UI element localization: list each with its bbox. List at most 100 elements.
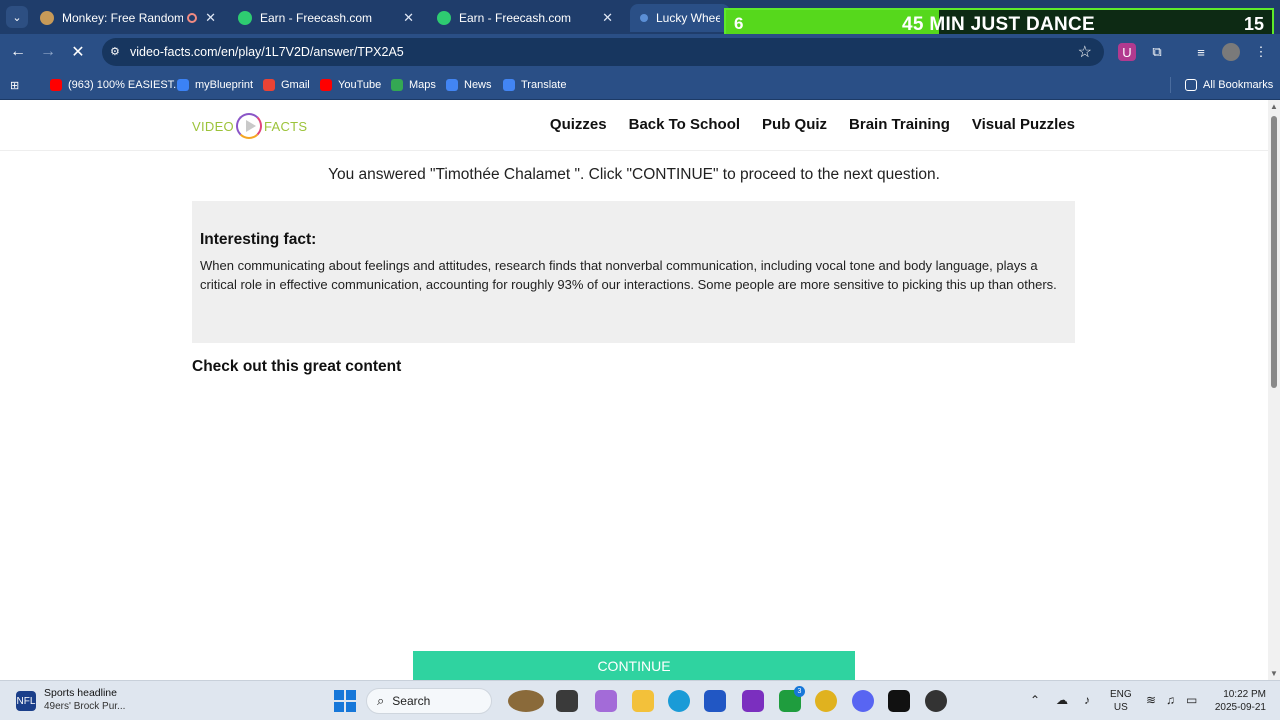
clock-time: 10:22 PM <box>1223 689 1266 700</box>
news-title: Sports headline <box>44 687 117 699</box>
discord-icon[interactable] <box>852 690 874 712</box>
more-menu-icon[interactable]: ⋮ <box>1252 43 1270 61</box>
tab-search-chevron-icon[interactable]: ⌄ <box>6 6 28 28</box>
close-tab-icon[interactable]: ✕ <box>205 10 216 26</box>
content-heading: Check out this great content <box>192 358 402 375</box>
youtube-icon <box>320 79 332 91</box>
news-icon <box>446 79 458 91</box>
taskbar-search[interactable]: ⌕ Search <box>366 688 492 714</box>
logo-text-left: VIDEO <box>192 118 234 134</box>
volume-icon[interactable]: ♫ <box>1166 693 1175 707</box>
saturn-widget-icon[interactable] <box>508 690 544 712</box>
obs-icon[interactable] <box>925 690 947 712</box>
monkey-favicon-icon <box>40 11 54 25</box>
fact-heading: Interesting fact: <box>200 231 317 248</box>
bookmark-star-icon[interactable]: ☆ <box>1078 42 1092 62</box>
clock-date: 2025-09-21 <box>1214 702 1266 713</box>
wifi-icon[interactable]: ≋ <box>1146 693 1156 707</box>
bookmark-label: Gmail <box>281 79 310 91</box>
site-nav: Quizzes Back To School Pub Quiz Brain Tr… <box>550 116 1075 133</box>
search-icon: ⌕ <box>377 693 385 708</box>
scrollbar-thumb[interactable] <box>1271 116 1277 388</box>
bookmark-gmail[interactable]: Gmail <box>263 76 310 94</box>
bookmark-translate[interactable]: Translate <box>503 76 566 94</box>
language-line-1: ENG <box>1110 689 1132 700</box>
recording-icon <box>187 13 198 23</box>
file-explorer-icon[interactable] <box>632 690 654 712</box>
myblueprint-icon <box>177 79 189 91</box>
bookmark-maps[interactable]: Maps <box>391 76 436 94</box>
extensions-puzzle-icon[interactable]: ⧉ <box>1148 43 1166 61</box>
show-hidden-icons-chevron-icon[interactable]: ⌃ <box>1030 693 1040 707</box>
bookmark-myblueprint[interactable]: myBlueprint <box>177 76 253 94</box>
site-header: VIDEO FACTS Quizzes Back To School Pub Q… <box>0 100 1268 151</box>
windows-start-icon[interactable] <box>334 690 356 712</box>
nav-brain-training[interactable]: Brain Training <box>849 116 950 133</box>
xbox-icon[interactable]: 3 <box>779 686 805 712</box>
microphone-icon[interactable]: ♪ <box>1084 693 1090 707</box>
site-logo[interactable]: VIDEO FACTS <box>192 112 307 140</box>
terminal-icon[interactable] <box>556 690 578 712</box>
onedrive-icon[interactable]: ☁ <box>1056 693 1068 707</box>
media-controls-icon[interactable]: ≡ <box>1192 43 1210 61</box>
folder-icon <box>1185 79 1197 91</box>
browser-toolbar: ← → ✕ ⚙ video-facts.com/en/play/1L7V2D/a… <box>0 34 1280 70</box>
nav-back-to-school[interactable]: Back To School <box>629 116 740 133</box>
news-widget[interactable]: NFL Sports headline 49ers' Brock Pur... <box>16 687 125 712</box>
close-tab-icon[interactable]: ✕ <box>602 10 613 26</box>
freecash-favicon-icon <box>437 11 451 25</box>
edge-icon[interactable] <box>668 690 690 712</box>
tab-freecash-1[interactable]: Earn - Freecash.com ✕ <box>228 4 424 32</box>
tab-monkey[interactable]: Monkey: Free Random Vide ✕ <box>30 4 226 32</box>
tab-title: Earn - Freecash.com <box>260 11 373 25</box>
chrome-icon[interactable] <box>815 690 837 712</box>
streaming-app-icon[interactable] <box>742 690 764 712</box>
logo-text-right: FACTS <box>263 118 308 134</box>
youtube-icon <box>50 79 62 91</box>
fact-body: When communicating about feelings and at… <box>200 258 1057 292</box>
translate-icon <box>503 79 515 91</box>
bookmark-label: myBlueprint <box>195 79 254 91</box>
page-scrollbar[interactable]: ▲ ▼ <box>1268 100 1280 680</box>
bookmark-label: YouTube <box>338 79 382 91</box>
language-indicator[interactable]: ENG US <box>1110 688 1132 714</box>
nfl-logo-icon: NFL <box>16 691 36 711</box>
bookmarks-bar: ⊞ (963) 100% EASIEST... myBlueprint Gmai… <box>0 70 1280 100</box>
tab-freecash-2[interactable]: Earn - Freecash.com ✕ <box>427 4 623 32</box>
battery-icon[interactable]: ▭ <box>1186 693 1197 707</box>
stop-loading-icon[interactable]: ✕ <box>68 42 88 62</box>
overlay-left-number: 6 <box>734 14 744 33</box>
gmail-icon <box>263 79 275 91</box>
capcut-icon[interactable] <box>888 690 910 712</box>
tab-lucky-wheel[interactable]: Lucky Wheel <box>630 4 730 32</box>
apps-grid-icon[interactable]: ⊞ <box>10 76 19 94</box>
site-info-icon[interactable]: ⚙ <box>110 45 124 59</box>
nav-pub-quiz[interactable]: Pub Quiz <box>762 116 827 133</box>
extension-shield-icon[interactable]: U <box>1118 43 1136 61</box>
xbox-badge: 3 <box>794 686 805 697</box>
system-clock[interactable]: 10:22 PM 2025-09-21 <box>1206 688 1266 714</box>
address-bar[interactable]: ⚙ video-facts.com/en/play/1L7V2D/answer/… <box>102 38 1104 66</box>
profile-avatar-icon[interactable] <box>1222 43 1240 61</box>
nav-visual-puzzles[interactable]: Visual Puzzles <box>972 116 1075 133</box>
all-bookmarks-folder[interactable]: All Bookmarks <box>1185 76 1273 94</box>
tab-title: Lucky Wheel <box>656 11 720 25</box>
bookmark-youtube-easiest[interactable]: (963) 100% EASIEST... <box>50 76 182 94</box>
scroll-up-arrow-icon[interactable]: ▲ <box>1270 102 1278 111</box>
nav-quizzes[interactable]: Quizzes <box>550 116 607 133</box>
scroll-down-arrow-icon[interactable]: ▼ <box>1270 669 1278 678</box>
close-tab-icon[interactable]: ✕ <box>403 10 414 26</box>
web-page: VIDEO FACTS Quizzes Back To School Pub Q… <box>0 100 1268 680</box>
bookmark-news[interactable]: News <box>446 76 492 94</box>
windows-taskbar: NFL Sports headline 49ers' Brock Pur... … <box>0 680 1280 720</box>
play-logo-icon <box>235 113 262 139</box>
bookmark-youtube[interactable]: YouTube <box>320 76 381 94</box>
tab-title: Earn - Freecash.com <box>459 11 572 25</box>
url-text: video-facts.com/en/play/1L7V2D/answer/TP… <box>130 45 404 59</box>
copilot-icon[interactable] <box>595 690 617 712</box>
back-arrow-icon[interactable]: ← <box>8 42 28 62</box>
forward-arrow-icon[interactable]: → <box>38 42 58 62</box>
tab-title: Monkey: Free Random Vide <box>62 11 184 25</box>
microsoft-store-icon[interactable] <box>704 690 726 712</box>
continue-button[interactable]: CONTINUE <box>413 651 855 680</box>
